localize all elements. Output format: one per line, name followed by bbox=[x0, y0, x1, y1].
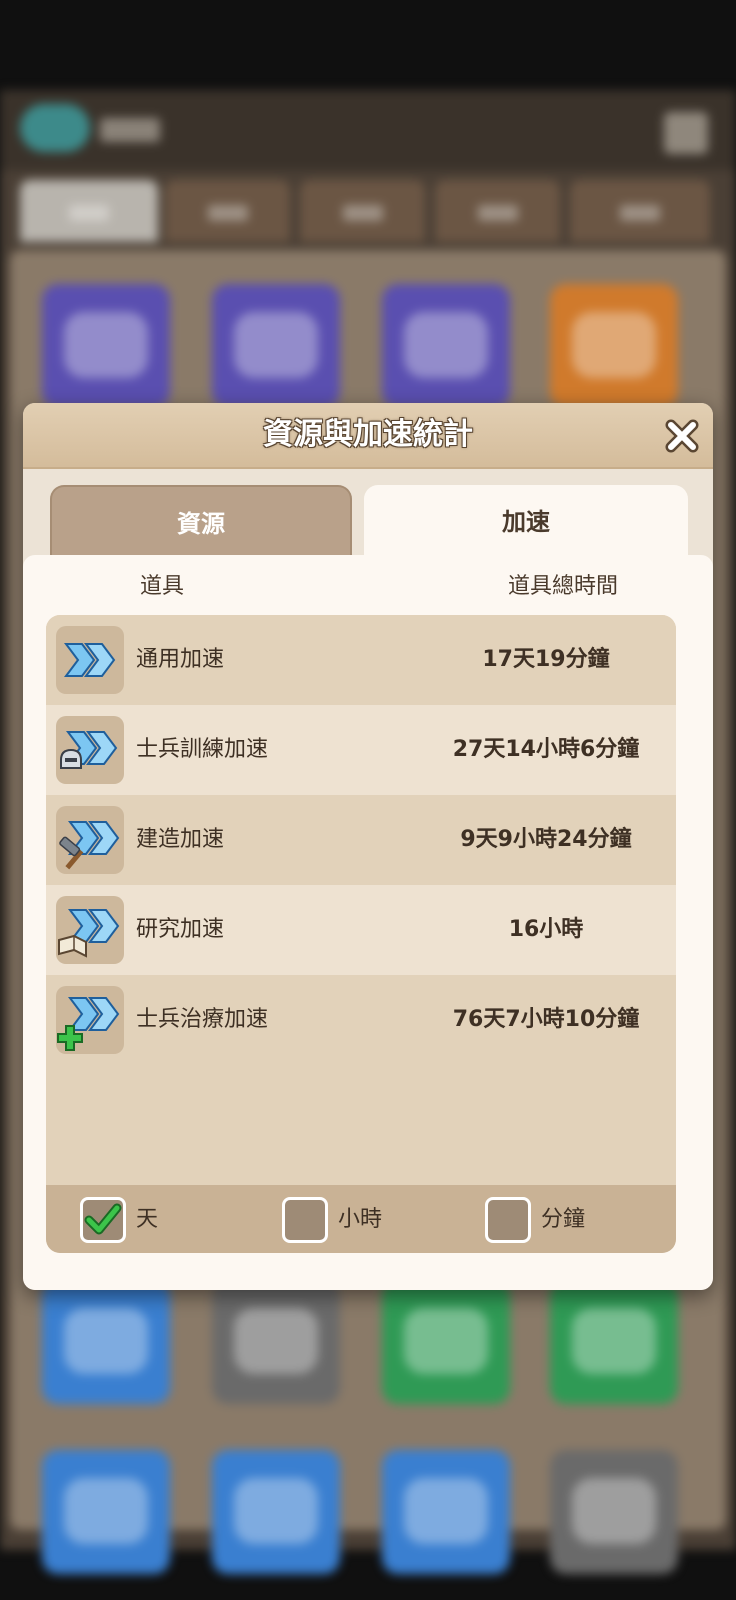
dialog-title: 資源與加速統計 bbox=[263, 417, 473, 452]
close-button[interactable] bbox=[663, 417, 701, 455]
checkbox-minutes[interactable] bbox=[485, 1197, 531, 1243]
speedup-list: 通用加速 17天19分鐘 士兵訓練加速 27天14小時6分鐘 建造加速 9天9小… bbox=[46, 615, 676, 1253]
background-tab bbox=[165, 180, 290, 242]
research-speedup-icon bbox=[56, 896, 124, 964]
list-item-general-speedup: 通用加速 17天19分鐘 bbox=[46, 615, 676, 705]
checkmark-icon bbox=[84, 1203, 122, 1235]
item-total-time: 27天14小時6分鐘 bbox=[452, 737, 640, 762]
speedup-chevrons-icon bbox=[56, 626, 124, 694]
checkbox-days[interactable] bbox=[80, 1197, 126, 1243]
tab-speedups[interactable]: 加速 bbox=[364, 485, 688, 559]
healing-speedup-icon bbox=[56, 986, 124, 1054]
item-name: 士兵訓練加速 bbox=[136, 737, 269, 762]
item-name: 士兵治療加速 bbox=[136, 1007, 269, 1032]
list-item-building-speedup: 建造加速 9天9小時24分鐘 bbox=[46, 795, 676, 885]
checkbox-hours[interactable] bbox=[282, 1197, 328, 1243]
column-header-total-time: 道具總時間 bbox=[507, 574, 618, 599]
item-name: 研究加速 bbox=[136, 917, 225, 942]
unit-option-hours[interactable]: 小時 bbox=[282, 1197, 422, 1243]
background-header bbox=[0, 90, 736, 170]
dialog-header: 資源與加速統計 bbox=[23, 403, 713, 469]
unit-label-hours: 小時 bbox=[338, 1207, 383, 1232]
building-speedup-icon bbox=[56, 806, 124, 874]
item-total-time: 9天9小時24分鐘 bbox=[460, 827, 632, 852]
time-unit-filter: 天 小時 分鐘 bbox=[46, 1185, 676, 1253]
item-total-time: 16小時 bbox=[508, 917, 584, 942]
list-item-research-speedup: 研究加速 16小時 bbox=[46, 885, 676, 975]
background-tab bbox=[570, 180, 710, 242]
unit-option-days[interactable]: 天 bbox=[80, 1197, 200, 1243]
background-menu-icon bbox=[664, 112, 708, 154]
background-tab bbox=[435, 180, 560, 242]
list-item-healing-speedup: 士兵治療加速 76天7小時10分鐘 bbox=[46, 975, 676, 1065]
background-tab bbox=[300, 180, 425, 242]
unit-option-minutes[interactable]: 分鐘 bbox=[485, 1197, 625, 1243]
background-logo bbox=[20, 104, 90, 152]
list-item-training-speedup: 士兵訓練加速 27天14小時6分鐘 bbox=[46, 705, 676, 795]
item-total-time: 17天19分鐘 bbox=[482, 647, 610, 672]
unit-label-days: 天 bbox=[136, 1207, 159, 1232]
stats-dialog: 資源與加速統計 資源 加速 道具 道具總時間 通用加速 17天19分鐘 士兵訓練… bbox=[23, 403, 713, 1290]
background-title bbox=[100, 118, 160, 142]
background-tabs bbox=[0, 170, 736, 250]
item-name: 建造加速 bbox=[136, 827, 225, 852]
unit-label-minutes: 分鐘 bbox=[541, 1207, 586, 1232]
close-icon bbox=[665, 419, 699, 453]
item-name: 通用加速 bbox=[136, 647, 225, 672]
training-speedup-icon bbox=[56, 716, 124, 784]
item-total-time: 76天7小時10分鐘 bbox=[452, 1007, 640, 1032]
tab-resources[interactable]: 資源 bbox=[50, 485, 352, 559]
column-header-item: 道具 bbox=[140, 574, 185, 599]
tab-bar: 資源 加速 bbox=[23, 469, 713, 559]
speedup-panel: 道具 道具總時間 通用加速 17天19分鐘 士兵訓練加速 27天14小時6分鐘 … bbox=[23, 555, 713, 1290]
background-tab bbox=[20, 180, 158, 242]
